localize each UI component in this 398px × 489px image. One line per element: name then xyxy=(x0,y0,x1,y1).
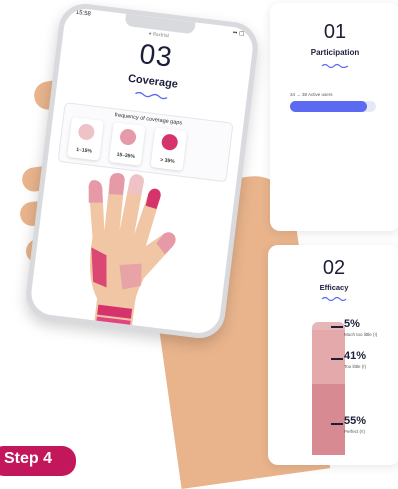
card-number: 02 xyxy=(322,257,346,279)
pct-caption: Much too little (!) xyxy=(344,332,378,337)
chip-mid[interactable]: 15–35% xyxy=(108,122,146,166)
tick-55 xyxy=(331,423,343,425)
color-swatch xyxy=(160,133,179,152)
chip-label: > 35% xyxy=(159,157,175,165)
slider-caption: 34 → 38 Active users xyxy=(290,92,333,97)
participation-progress[interactable] xyxy=(290,101,376,112)
status-time: 15:58 xyxy=(75,9,92,18)
hand-coverage-illustration xyxy=(88,173,176,333)
card-number: 01 xyxy=(323,21,347,43)
phone-screen: 15:58 ▪▪ ▢ ● fluxtrial 03 Coverage frequ… xyxy=(28,6,256,336)
card-title: Efficacy xyxy=(319,283,349,292)
chip-label: 1–15% xyxy=(75,146,93,155)
phone: 15:58 ▪▪ ▢ ● fluxtrial 03 Coverage frequ… xyxy=(23,0,261,342)
efficacy-stacked-bar xyxy=(312,322,345,455)
chip-label: 15–35% xyxy=(116,151,136,160)
status-icons: ▪▪ ▢ xyxy=(232,30,245,38)
chip-high[interactable]: > 35% xyxy=(150,127,188,171)
pct-label: 55% xyxy=(344,415,367,427)
pct-label: 5% xyxy=(344,318,360,330)
progress-fill xyxy=(290,101,368,112)
wave-divider xyxy=(321,296,347,301)
chip-low[interactable]: 1–15% xyxy=(67,117,104,161)
pct-label: 41% xyxy=(344,350,367,362)
pct-caption: Perfect (!!) xyxy=(344,429,366,434)
tick-41 xyxy=(331,358,343,360)
wave-divider xyxy=(321,63,349,68)
wave-divider xyxy=(135,91,168,100)
card-title: Participation xyxy=(310,48,360,57)
step-badge: Step 4 xyxy=(0,446,76,476)
tick-5 xyxy=(331,326,343,328)
step-badge-label: Step 4 xyxy=(4,450,53,467)
pct-caption: Too little (!) xyxy=(344,364,367,369)
participation-card: 01 Participation 34 → 38 Active users xyxy=(270,3,398,231)
segment-too-little xyxy=(312,330,345,384)
color-swatch xyxy=(119,128,137,146)
segment-perfect xyxy=(312,384,345,455)
color-swatch xyxy=(77,123,96,141)
